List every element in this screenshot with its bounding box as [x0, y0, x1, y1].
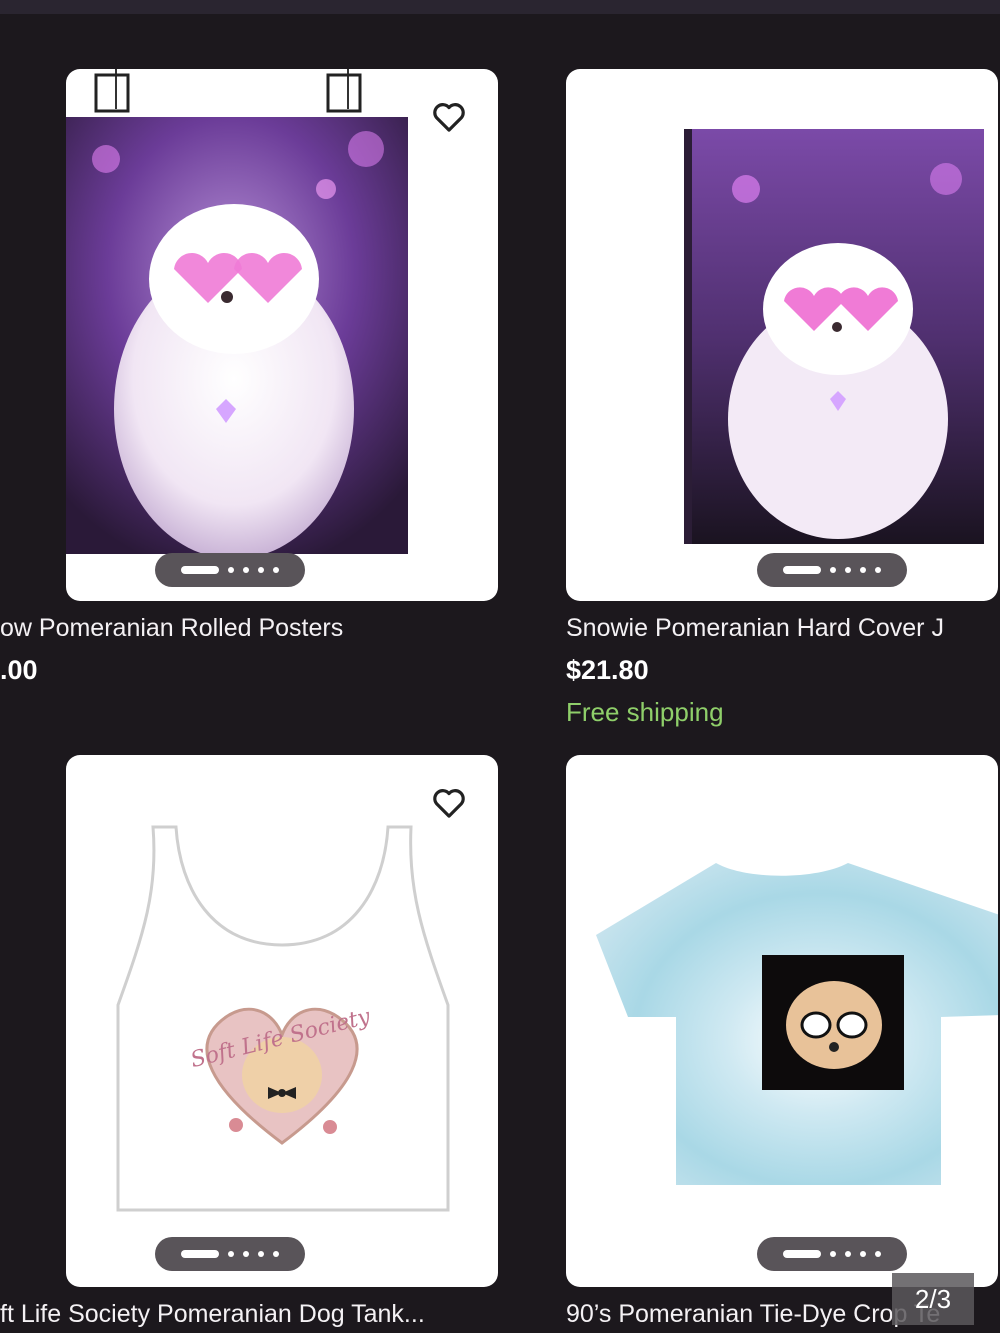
- product-price: $21.80: [566, 655, 649, 685]
- product-title[interactable]: 90’s Pomeranian Tie-Dye Crop Te: [566, 1300, 940, 1329]
- product-card-poster[interactable]: [66, 69, 498, 601]
- carousel-indicator: [155, 553, 305, 587]
- product-title[interactable]: ow Pomeranian Rolled Posters: [0, 614, 343, 643]
- journal-image: [684, 129, 984, 544]
- tie-dye-tee-image: [596, 863, 998, 1185]
- carousel-indicator: [757, 553, 907, 587]
- carousel-indicator: [757, 1237, 907, 1271]
- app-screen: { "products": [ {"title": "ow Pomeranian…: [0, 0, 1000, 1333]
- product-title[interactable]: Snowie Pomeranian Hard Cover J: [566, 614, 944, 643]
- product-card-journal[interactable]: [566, 69, 998, 601]
- product-price: .00: [0, 655, 38, 685]
- product-card-tank[interactable]: Soft Life Society: [66, 755, 498, 1287]
- free-shipping-label: Free shipping: [566, 697, 724, 727]
- carousel-indicator: [155, 1237, 305, 1271]
- favorite-heart-icon[interactable]: [429, 783, 469, 823]
- favorite-heart-icon[interactable]: [429, 97, 469, 137]
- top-bar: [0, 0, 1000, 14]
- tank-top-image: Soft Life Society: [116, 825, 450, 1212]
- page-counter: 2/3: [892, 1273, 974, 1325]
- poster-image: [66, 69, 408, 559]
- product-card-tee[interactable]: [566, 755, 998, 1287]
- product-title[interactable]: ft Life Society Pomeranian Dog Tank...: [0, 1300, 425, 1329]
